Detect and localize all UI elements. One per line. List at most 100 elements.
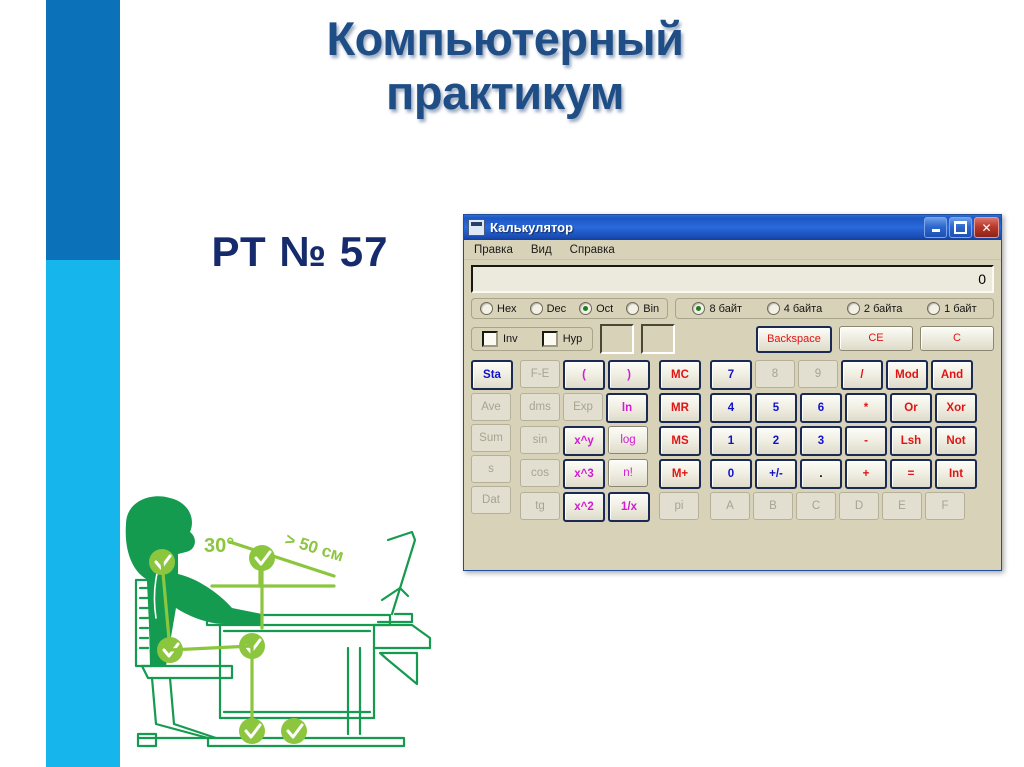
key-and[interactable]: And [931, 360, 973, 390]
key-reciprocal[interactable]: 1/x [608, 492, 650, 522]
menu-item-view[interactable]: Вид [529, 243, 554, 257]
radio-4-bytes[interactable]: 4 байта [766, 302, 822, 315]
function-row: F-E ( ) [520, 360, 650, 390]
radio-dot [480, 302, 493, 315]
clear-button[interactable]: C [920, 325, 994, 351]
word-size-group: 8 байт 4 байта 2 байта 1 байт [675, 298, 994, 319]
decorative-bar-light [46, 260, 120, 767]
menu-item-edit[interactable]: Правка [472, 243, 515, 257]
key-tg: tg [520, 492, 560, 520]
key-minus[interactable]: - [845, 426, 887, 456]
radio-1-byte[interactable]: 1 байт [927, 302, 977, 315]
key-8: 8 [755, 360, 795, 388]
minimize-button[interactable] [924, 217, 947, 238]
radio-bin[interactable]: Bin [626, 302, 659, 315]
key-0[interactable]: 0 [710, 459, 752, 489]
key-or[interactable]: Or [890, 393, 932, 423]
calculator-window: Калькулятор ✕ Правка Вид Справка 0 Hex D… [463, 214, 1002, 571]
decorative-bar-dark [46, 0, 120, 260]
statistics-column: Sta Ave Sum s Dat [471, 360, 513, 522]
page-title-line2: практикум [386, 66, 624, 120]
key-int[interactable]: Int [935, 459, 977, 489]
radio-oct[interactable]: Oct [579, 302, 613, 315]
key-dms: dms [520, 393, 560, 421]
modifier-flags-group: Inv Hyp [471, 327, 594, 351]
backspace-button[interactable]: Backspace [756, 325, 832, 353]
checkbox-hyp[interactable]: Hyp [541, 331, 583, 347]
maximize-button[interactable] [949, 217, 972, 238]
key-x-squared[interactable]: x^2 [563, 492, 605, 522]
key-3[interactable]: 3 [800, 426, 842, 456]
status-indicator-2 [641, 324, 676, 354]
key-7[interactable]: 7 [710, 360, 752, 390]
radio-label: Bin [643, 302, 660, 315]
key-m-plus[interactable]: M+ [659, 459, 701, 489]
keypad-gap [701, 360, 710, 522]
key-multiply[interactable]: * [845, 393, 887, 423]
checkbox-label: Inv [503, 333, 518, 345]
key-x-pow-y[interactable]: x^y [563, 426, 605, 456]
key-sin: sin [520, 426, 560, 454]
key-plus[interactable]: + [845, 459, 887, 489]
ce-button[interactable]: CE [839, 325, 913, 351]
key-b: B [753, 492, 793, 520]
page-title-line1: Компьютерный [326, 12, 684, 65]
keypad-row: 7 8 9 / Mod And [710, 360, 977, 390]
key-6[interactable]: 6 [800, 393, 842, 423]
key-mr[interactable]: MR [659, 393, 701, 423]
page-subtitle: РТ № 57 [211, 228, 389, 275]
calculator-keypad: Sta Ave Sum s Dat F-E ( ) dms Exp ln sin… [471, 360, 994, 522]
key-close-paren[interactable]: ) [608, 360, 650, 390]
key-sum: Sum [471, 424, 511, 452]
radio-dot [626, 302, 640, 315]
radio-dot [846, 302, 860, 315]
keypad-row: A B C D E F [710, 492, 977, 520]
key-ln[interactable]: ln [606, 393, 648, 423]
function-row: dms Exp ln [520, 393, 650, 423]
calculator-titlebar[interactable]: Калькулятор ✕ [464, 215, 1001, 240]
key-5[interactable]: 5 [755, 393, 797, 423]
key-not[interactable]: Not [935, 426, 977, 456]
key-x-cubed[interactable]: x^3 [563, 459, 605, 489]
function-row: tg x^2 1/x [520, 492, 650, 522]
key-exp: Exp [563, 393, 603, 421]
radio-hex[interactable]: Hex [480, 302, 517, 315]
key-open-paren[interactable]: ( [563, 360, 605, 390]
radio-dot [766, 302, 780, 315]
key-f-e: F-E [520, 360, 560, 388]
key-f: F [925, 492, 965, 520]
key-d: D [839, 492, 879, 520]
angle-label: 30° [204, 535, 234, 557]
key-sta[interactable]: Sta [471, 360, 513, 390]
key-decimal-point[interactable]: . [800, 459, 842, 489]
key-mc[interactable]: MC [659, 360, 701, 390]
key-1[interactable]: 1 [710, 426, 752, 456]
key-2[interactable]: 2 [755, 426, 797, 456]
slide-canvas: Компьютерный практикум РТ № 57 30° > 50 … [0, 0, 1024, 767]
key-divide[interactable]: / [841, 360, 883, 390]
checkbox-inv[interactable]: Inv [482, 331, 518, 347]
keypad-row: 0 +/- . + = Int [710, 459, 977, 489]
key-xor[interactable]: Xor [935, 393, 977, 423]
key-sign-toggle[interactable]: +/- [755, 459, 797, 489]
key-cos: cos [520, 459, 560, 487]
key-factorial[interactable]: n! [608, 459, 648, 487]
close-button[interactable]: ✕ [974, 217, 999, 238]
key-ave: Ave [471, 393, 511, 421]
radio-2-bytes[interactable]: 2 байта [846, 302, 902, 315]
key-log[interactable]: log [608, 426, 648, 454]
key-4[interactable]: 4 [710, 393, 752, 423]
key-dat: Dat [471, 486, 511, 514]
radio-8-bytes[interactable]: 8 байт [692, 302, 742, 315]
checkbox-label: Hyp [562, 333, 583, 345]
radio-dot [579, 302, 593, 315]
calculator-display[interactable]: 0 [471, 265, 994, 293]
keypad-gap [650, 360, 659, 522]
key-lsh[interactable]: Lsh [890, 426, 932, 456]
key-ms[interactable]: MS [659, 426, 701, 456]
radio-dec[interactable]: Dec [529, 302, 566, 315]
key-mod[interactable]: Mod [886, 360, 928, 390]
menu-item-help[interactable]: Справка [568, 243, 617, 257]
page-title: Компьютерный практикум [180, 12, 830, 120]
key-equals[interactable]: = [890, 459, 932, 489]
